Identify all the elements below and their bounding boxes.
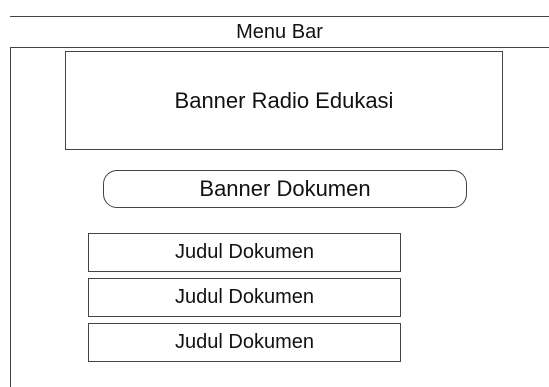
document-title: Judul Dokumen <box>175 331 314 353</box>
document-item[interactable]: Judul Dokumen <box>88 323 401 362</box>
menu-bar[interactable]: Menu Bar <box>10 16 549 48</box>
banner-radio-label: Banner Radio Edukasi <box>174 87 394 113</box>
banner-dokumen-label: Banner Dokumen <box>199 176 371 201</box>
menu-bar-label: Menu Bar <box>236 20 323 43</box>
document-item[interactable]: Judul Dokumen <box>88 233 401 272</box>
document-item[interactable]: Judul Dokumen <box>88 278 401 317</box>
document-title: Judul Dokumen <box>175 241 314 263</box>
banner-radio-edukasi[interactable]: Banner Radio Edukasi <box>65 51 503 150</box>
document-list: Judul Dokumen Judul Dokumen Judul Dokume… <box>88 233 401 362</box>
document-title: Judul Dokumen <box>175 286 314 308</box>
banner-dokumen[interactable]: Banner Dokumen <box>103 170 467 208</box>
